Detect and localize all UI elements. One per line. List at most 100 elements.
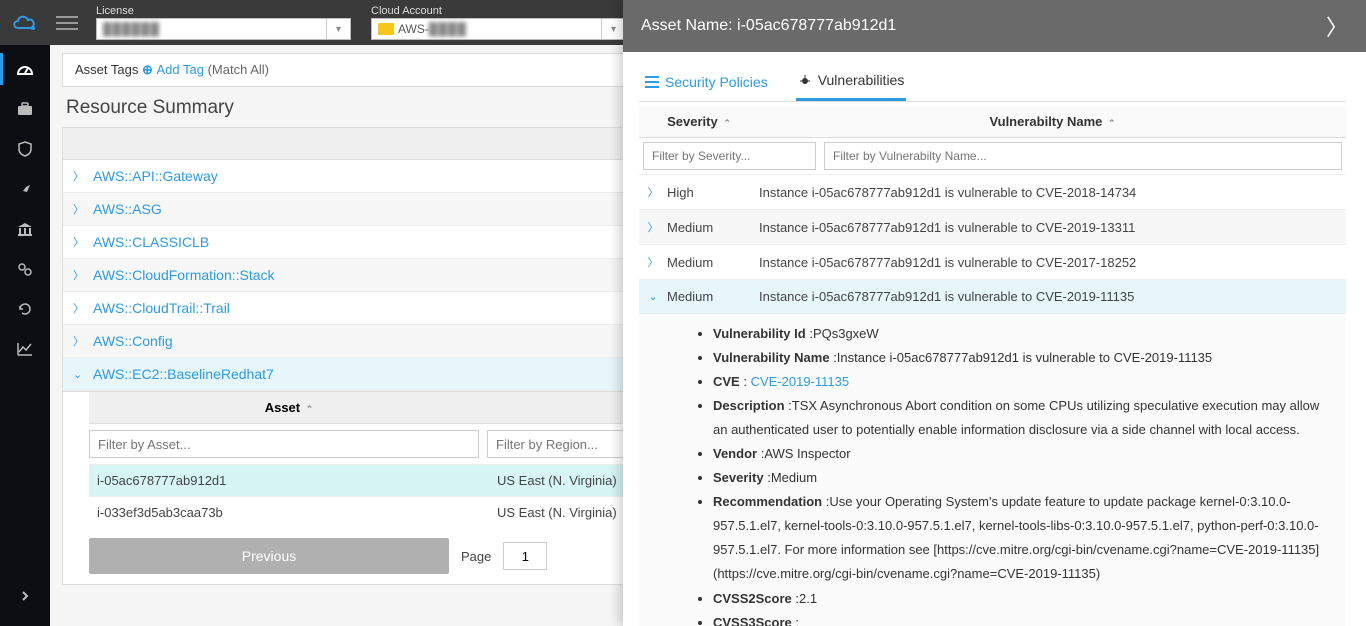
add-tag-link[interactable]: Add Tag bbox=[157, 62, 204, 77]
filter-vuln-name-input[interactable] bbox=[824, 142, 1342, 170]
sort-icon: ⌃ bbox=[1108, 118, 1116, 128]
vuln-row-expanded[interactable]: ⌄ Medium Instance i-05ac678777ab912d1 is… bbox=[639, 280, 1346, 314]
vuln-severity: Medium bbox=[667, 220, 759, 235]
detail-cve-label: CVE bbox=[713, 374, 740, 389]
bug-icon bbox=[798, 73, 812, 87]
asset-region: US East (N. Virginia) bbox=[489, 505, 629, 520]
asset-id: i-05ac678777ab912d1 bbox=[89, 473, 489, 488]
chevron-down-icon: ▾ bbox=[326, 19, 350, 39]
panel-body: Security Policies Vulnerabilities Severi… bbox=[623, 52, 1366, 626]
panel-tabs: Security Policies Vulnerabilities bbox=[639, 66, 1346, 102]
chevron-down-icon[interactable]: ⌄ bbox=[639, 290, 667, 303]
resource-type-link[interactable]: AWS::Config bbox=[93, 333, 173, 349]
asset-region: US East (N. Virginia) bbox=[489, 473, 629, 488]
vuln-name: Instance i-05ac678777ab912d1 is vulnerab… bbox=[759, 255, 1342, 270]
sidebar bbox=[0, 45, 50, 626]
chevron-right-icon[interactable]: 〉 bbox=[639, 184, 667, 200]
nav-briefcase-icon[interactable] bbox=[0, 89, 50, 129]
vuln-severity: High bbox=[667, 185, 759, 200]
sort-icon: ⌃ bbox=[723, 118, 731, 128]
nav-shield-icon[interactable] bbox=[0, 129, 50, 169]
vuln-row[interactable]: 〉 Medium Instance i-05ac678777ab912d1 is… bbox=[639, 210, 1346, 245]
chevron-down-icon: ▾ bbox=[601, 19, 625, 39]
cloud-account-combo[interactable]: AWS- ████ ▾ bbox=[371, 18, 626, 40]
cloud-account-prefix: AWS- bbox=[398, 22, 429, 36]
previous-button[interactable]: Previous bbox=[89, 538, 449, 574]
resource-type-link[interactable]: AWS::CLASSICLB bbox=[93, 234, 209, 250]
cloud-account-label: Cloud Account bbox=[371, 5, 626, 17]
nav-pin-icon[interactable] bbox=[0, 169, 50, 209]
resource-type-link[interactable]: AWS::EC2::BaselineRedhat7 bbox=[93, 366, 274, 382]
tab-security-policies[interactable]: Security Policies bbox=[643, 66, 770, 101]
detail-vuln-name-label: Vulnerability Name bbox=[713, 350, 830, 365]
cloud-account-filter: Cloud Account AWS- ████ ▾ bbox=[371, 5, 626, 40]
sidebar-expand-icon[interactable] bbox=[0, 576, 50, 616]
asset-id: i-033ef3d5ab3caa73b bbox=[89, 505, 489, 520]
license-label: License bbox=[96, 5, 351, 17]
detail-vuln-name: :Instance i-05ac678777ab912d1 is vulnera… bbox=[833, 350, 1212, 365]
detail-vendor: :AWS Inspector bbox=[761, 446, 851, 461]
vuln-row[interactable]: 〉 High Instance i-05ac678777ab912d1 is v… bbox=[639, 175, 1346, 210]
asset-tags-label: Asset Tags bbox=[75, 62, 138, 77]
filter-severity-input[interactable] bbox=[643, 142, 816, 170]
detail-vendor-label: Vendor bbox=[713, 446, 757, 461]
sort-icon: ⌃ bbox=[306, 404, 314, 414]
panel-header: Asset Name: i-05ac678777ab912d1 〉 bbox=[623, 0, 1366, 52]
detail-severity: :Medium bbox=[767, 470, 817, 485]
chevron-right-icon[interactable]: 〉 bbox=[73, 333, 93, 349]
nav-gears-icon[interactable] bbox=[0, 249, 50, 289]
detail-cvss2: :2.1 bbox=[795, 591, 817, 606]
vuln-header: Severity ⌃ Vulnerabilty Name ⌃ bbox=[639, 106, 1346, 138]
vuln-filter-row bbox=[639, 138, 1346, 175]
chevron-right-icon[interactable]: 〉 bbox=[73, 267, 93, 283]
nav-institution-icon[interactable] bbox=[0, 209, 50, 249]
col-severity[interactable]: Severity ⌃ bbox=[639, 106, 759, 137]
resource-type-link[interactable]: AWS::ASG bbox=[93, 201, 162, 217]
vuln-name: Instance i-05ac678777ab912d1 is vulnerab… bbox=[759, 185, 1342, 200]
aws-icon bbox=[378, 23, 394, 35]
nav-chart-icon[interactable] bbox=[0, 329, 50, 369]
app-logo bbox=[0, 13, 50, 33]
resource-type-link[interactable]: AWS::API::Gateway bbox=[93, 168, 218, 184]
detail-cve-link[interactable]: CVE-2019-11135 bbox=[751, 374, 850, 389]
detail-vuln-id-label: Vulnerability Id bbox=[713, 326, 806, 341]
vuln-name: Instance i-05ac678777ab912d1 is vulnerab… bbox=[759, 220, 1342, 235]
detail-cvss2-label: CVSS2Score bbox=[713, 591, 792, 606]
chevron-right-icon[interactable]: 〉 bbox=[639, 254, 667, 270]
detail-desc: :TSX Asynchronous Abort condition on som… bbox=[713, 398, 1319, 437]
chevron-right-icon[interactable]: 〉 bbox=[73, 201, 93, 217]
page-label: Page bbox=[461, 549, 491, 564]
col-asset[interactable]: Asset ⌃ bbox=[89, 392, 489, 423]
vuln-severity: Medium bbox=[667, 289, 759, 304]
chevron-down-icon[interactable]: ⌄ bbox=[73, 368, 93, 381]
plus-circle-icon[interactable]: ⊕ bbox=[142, 62, 157, 77]
asset-detail-panel: Asset Name: i-05ac678777ab912d1 〉 Securi… bbox=[623, 0, 1366, 626]
chevron-right-icon[interactable]: 〉 bbox=[73, 168, 93, 184]
detail-recommendation-label: Recommendation bbox=[713, 494, 822, 509]
vuln-detail: Vulnerability Id :PQs3gxeW Vulnerability… bbox=[639, 314, 1346, 626]
nav-dashboard-icon[interactable] bbox=[0, 49, 50, 89]
chevron-right-icon[interactable]: 〉 bbox=[73, 234, 93, 250]
col-vuln-name[interactable]: Vulnerabilty Name ⌃ bbox=[759, 106, 1346, 137]
tab-vulnerabilities[interactable]: Vulnerabilities bbox=[796, 66, 907, 101]
chevron-right-icon[interactable]: 〉 bbox=[639, 219, 667, 235]
resource-type-link[interactable]: AWS::CloudTrail::Trail bbox=[93, 300, 230, 316]
vuln-severity: Medium bbox=[667, 255, 759, 270]
filter-asset-input[interactable] bbox=[89, 430, 479, 458]
detail-vuln-id: :PQs3gxeW bbox=[809, 326, 878, 341]
chevron-right-icon[interactable]: 〉 bbox=[73, 300, 93, 316]
vuln-name: Instance i-05ac678777ab912d1 is vulnerab… bbox=[759, 289, 1342, 304]
vulnerability-table: Severity ⌃ Vulnerabilty Name ⌃ 〉 High In… bbox=[639, 106, 1346, 626]
resource-type-link[interactable]: AWS::CloudFormation::Stack bbox=[93, 267, 275, 283]
detail-desc-label: Description bbox=[713, 398, 785, 413]
page-input[interactable] bbox=[503, 542, 547, 570]
license-value: ██████ bbox=[103, 22, 160, 36]
menu-toggle-icon[interactable] bbox=[56, 12, 78, 34]
panel-title: Asset Name: i-05ac678777ab912d1 bbox=[641, 17, 896, 35]
close-chevron-icon[interactable]: 〉 bbox=[1326, 10, 1348, 42]
vuln-row[interactable]: 〉 Medium Instance i-05ac678777ab912d1 is… bbox=[639, 245, 1346, 280]
list-icon bbox=[645, 75, 659, 89]
license-filter: License ██████ ▾ bbox=[96, 5, 351, 40]
nav-history-icon[interactable] bbox=[0, 289, 50, 329]
license-combo[interactable]: ██████ ▾ bbox=[96, 18, 351, 40]
